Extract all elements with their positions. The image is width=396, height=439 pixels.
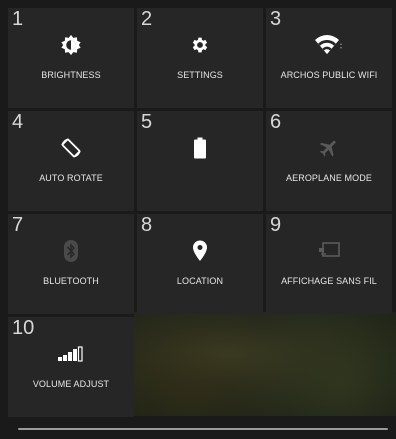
tile-battery[interactable]: 5 <box>137 111 263 211</box>
tile-label: LOCATION <box>176 276 224 286</box>
auto-rotate-icon <box>8 133 134 163</box>
tile-auto-rotate[interactable]: 4 AUTO ROTATE <box>8 111 134 211</box>
tile-label: SETTINGS <box>177 70 223 80</box>
battery-icon <box>137 133 263 163</box>
quick-settings-panel: 1 BRIGHTNESS 2 SETTINGS 3 ARCHOS PUBLIC … <box>0 0 396 439</box>
tile-label: BLUETOOTH <box>43 276 99 286</box>
tile-settings[interactable]: 2 SETTINGS <box>137 8 263 108</box>
tile-number: 10 <box>12 317 35 339</box>
tile-location[interactable]: 8 LOCATION <box>137 214 263 314</box>
gear-icon <box>137 30 263 60</box>
wifi-icon <box>266 30 392 60</box>
bluetooth-icon <box>8 236 134 266</box>
tile-label: ARCHOS PUBLIC WIFI <box>280 70 378 80</box>
tile-label: VOLUME ADJUST <box>32 379 110 389</box>
tile-number: 9 <box>270 214 282 236</box>
tile-number: 7 <box>12 214 24 236</box>
tile-wireless-display[interactable]: 9 AFFICHAGE SANS FIL <box>266 214 392 314</box>
tile-bluetooth[interactable]: 7 BLUETOOTH <box>8 214 134 314</box>
tile-label: AUTO ROTATE <box>39 173 103 183</box>
drag-handle-bar[interactable] <box>18 428 388 430</box>
volume-bars-icon <box>8 339 134 369</box>
tile-number: 4 <box>12 111 24 133</box>
tile-label: BRIGHTNESS <box>41 70 101 80</box>
tile-label: AFFICHAGE SANS FIL <box>281 276 377 286</box>
tile-aeroplane-mode[interactable]: 6 AEROPLANE MODE <box>266 111 392 211</box>
brightness-icon <box>8 30 134 60</box>
tile-brightness[interactable]: 1 BRIGHTNESS <box>8 8 134 108</box>
tile-number: 1 <box>12 8 24 30</box>
airplane-icon <box>266 133 392 163</box>
tile-number: 6 <box>270 111 282 133</box>
quick-settings-grid: 1 BRIGHTNESS 2 SETTINGS 3 ARCHOS PUBLIC … <box>8 8 392 417</box>
location-pin-icon <box>137 236 263 266</box>
cast-screen-icon <box>266 236 392 266</box>
tile-wifi[interactable]: 3 ARCHOS PUBLIC WIFI <box>266 8 392 108</box>
tile-label: AEROPLANE MODE <box>286 173 372 183</box>
tile-number: 8 <box>141 214 153 236</box>
tile-volume-adjust[interactable]: 10 VOLUME ADJUST <box>8 317 134 417</box>
tile-number: 5 <box>141 111 153 133</box>
tile-number: 2 <box>141 8 153 30</box>
tile-number: 3 <box>270 8 282 30</box>
